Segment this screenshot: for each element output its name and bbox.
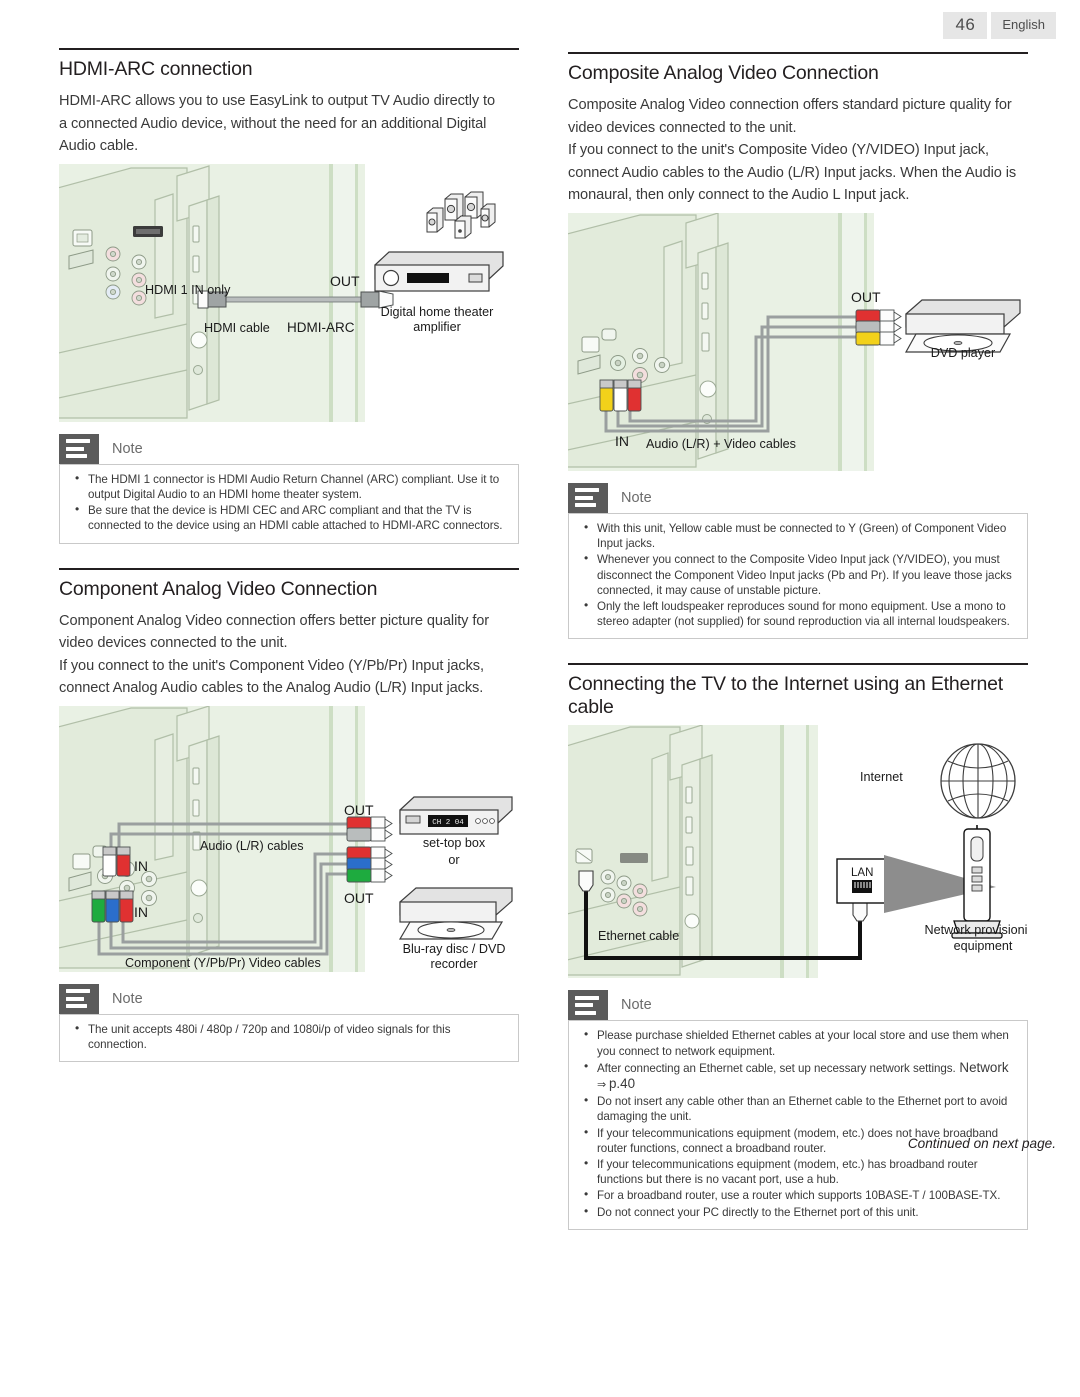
list-item: The HDMI 1 connector is HDMI Audio Retur… <box>66 471 509 502</box>
paragraph-line: monaural, then only connect to the Audio… <box>568 187 910 204</box>
list-item-text: After connecting an Ethernet cable, set … <box>597 1061 956 1075</box>
diagram-component: CH 2 04 OUT OUT IN IN Audio (L/R) cables… <box>59 705 519 972</box>
label-hdmi-arc: HDMI-ARC <box>287 319 355 335</box>
section-rule <box>568 663 1028 666</box>
label-set-top-box: set-top box <box>422 835 486 850</box>
note-box-component: Note The unit accepts 480i / 480p / 720p… <box>59 983 519 1063</box>
label-out: OUT <box>330 272 360 289</box>
list-item: Be sure that the device is HDMI CEC and … <box>66 502 509 533</box>
note-header: Note <box>568 482 1028 513</box>
manual-page: 46 English HDMI-ARC connection HDMI-ARC … <box>0 0 1080 1397</box>
label-dvd-player: DVD player <box>930 345 996 360</box>
cross-reference-label: Network <box>959 1059 1009 1075</box>
paragraph-line: If you connect to the unit's Composite V… <box>568 142 989 159</box>
list-item: For a broadband router, use a router whi… <box>575 1187 1018 1203</box>
note-body: The unit accepts 480i / 480p / 720p and … <box>59 1013 519 1063</box>
label-amplifier-line1: Digital home theater <box>380 304 494 319</box>
section-composite: Composite Analog Video Connection Compos… <box>568 52 1028 640</box>
note-body: Please purchase shielded Ethernet cables… <box>568 1020 1028 1230</box>
label-network-equipment-line2: equipment <box>953 939 1013 954</box>
paragraph-line: Composite Analog Video connection offers… <box>568 97 1012 113</box>
cross-reference-page: p.40 <box>608 1076 636 1091</box>
note-header: Note <box>568 990 1028 1021</box>
section-component: Component Analog Video Connection Compon… <box>59 567 519 1063</box>
page-title-ethernet: Connecting the TV to the Internet using … <box>568 673 1003 719</box>
label-out: OUT <box>851 288 881 305</box>
label-in: IN <box>615 432 629 449</box>
paragraph-line: a connected Audio device, without the ne… <box>59 115 487 132</box>
section-hdmi-arc: HDMI-ARC connection HDMI-ARC allows you … <box>59 48 519 544</box>
label-network-equipment-line1: Network provisioning <box>924 923 1028 938</box>
stb-display-text: CH 2 04 <box>432 819 464 827</box>
list-item: With this unit, Yellow cable must be con… <box>575 520 1018 551</box>
section-rule <box>568 52 1028 54</box>
note-body: The HDMI 1 connector is HDMI Audio Retur… <box>59 463 519 544</box>
right-column: Composite Analog Video Connection Compos… <box>568 52 1028 1230</box>
page-header: 46 English <box>943 12 1056 39</box>
paragraph-line: video devices connected to the unit. <box>59 635 288 652</box>
left-column: HDMI-ARC connection HDMI-ARC allows you … <box>59 48 519 1063</box>
page-title-component: Component Analog Video Connection <box>59 577 378 600</box>
paragraph-line: connect Analog Audio cables to the Analo… <box>59 680 484 697</box>
label-or: or <box>448 852 460 867</box>
label-out-top: OUT <box>344 801 374 818</box>
paragraph-line: If you connect to the unit's Component V… <box>59 657 484 674</box>
paragraph-line: video devices connected to the unit. <box>568 119 797 136</box>
diagram-ethernet: Internet LAN Ethernet cable Network prov… <box>568 725 1028 979</box>
arrow-right-icon: ⇒ <box>597 1079 606 1091</box>
speaker-set-graphic <box>426 191 496 239</box>
paragraph-line: Audio cable. <box>59 138 139 155</box>
note-title: Note <box>112 440 143 457</box>
note-icon <box>568 482 608 513</box>
globe-internet-icon <box>940 743 1016 820</box>
note-title: Note <box>621 489 652 506</box>
diagram-composite: OUT IN Audio (L/R) + Video cables DVD pl… <box>568 212 1028 471</box>
list-item: Do not connect your PC directly to the E… <box>575 1204 1018 1220</box>
label-internet: Internet <box>860 770 903 785</box>
label-recorder-line2: recorder <box>430 956 478 971</box>
label-lan: LAN <box>851 867 874 880</box>
paragraph-line: HDMI-ARC allows you to use EasyLink to o… <box>59 93 496 109</box>
label-hdmi-cable: HDMI cable <box>204 320 270 335</box>
label-in-bottom: IN <box>134 903 148 920</box>
list-item-with-ref: After connecting an Ethernet cable, set … <box>575 1059 1018 1093</box>
section-rule <box>59 48 519 50</box>
label-out-bottom: OUT <box>344 889 374 906</box>
section-rule <box>59 567 519 570</box>
note-icon <box>59 983 99 1014</box>
label-component-cables: Component (Y/Pb/Pr) Video cables <box>125 955 321 970</box>
continued-footer: Continued on next page. <box>907 1136 1056 1151</box>
note-header: Note <box>59 983 519 1014</box>
note-icon <box>568 990 608 1021</box>
list-item: The unit accepts 480i / 480p / 720p and … <box>66 1021 509 1052</box>
note-title: Note <box>621 997 652 1014</box>
list-item: Do not insert any cable other than an Et… <box>575 1093 1018 1124</box>
list-item: Please purchase shielded Ethernet cables… <box>575 1027 1018 1058</box>
list-item: If your telecommunications equipment (mo… <box>575 1156 1018 1187</box>
label-recorder-line1: Blu-ray disc / DVD <box>402 941 506 956</box>
note-icon <box>59 433 99 464</box>
paragraph-line: connect Audio cables to the Audio (L/R) … <box>568 164 1017 181</box>
page-number: 46 <box>943 12 988 39</box>
label-composite-cables: Audio (L/R) + Video cables <box>646 436 796 451</box>
note-body: With this unit, Yellow cable must be con… <box>568 512 1028 640</box>
label-ethernet-cable: Ethernet cable <box>598 929 680 944</box>
label-in-top: IN <box>134 857 148 874</box>
label-hdmi-port: HDMI 1 IN only <box>145 282 231 297</box>
diagram-hdmi-arc: HDMI 1 IN only HDMI cable OUT HDMI-ARC D… <box>59 163 519 422</box>
note-box-hdmi-arc: Note The HDMI 1 connector is HDMI Audio … <box>59 433 519 544</box>
language-tab: English <box>991 12 1056 39</box>
note-header: Note <box>59 433 519 464</box>
paragraph-line: Component Analog Video connection offers… <box>59 612 490 629</box>
page-title-composite: Composite Analog Video Connection <box>568 62 879 84</box>
page-title-hdmi-arc: HDMI-ARC connection <box>59 58 253 80</box>
note-box-ethernet: Note Please purchase shielded Ethernet c… <box>568 990 1028 1230</box>
note-title: Note <box>112 990 143 1007</box>
list-item: Whenever you connect to the Composite Vi… <box>575 551 1018 598</box>
note-box-composite: Note With this unit, Yellow cable must b… <box>568 482 1028 640</box>
label-amplifier-line2: amplifier <box>413 319 461 334</box>
label-audio-cables: Audio (L/R) cables <box>200 838 304 853</box>
list-item: Only the left loudspeaker reproduces sou… <box>575 598 1018 629</box>
